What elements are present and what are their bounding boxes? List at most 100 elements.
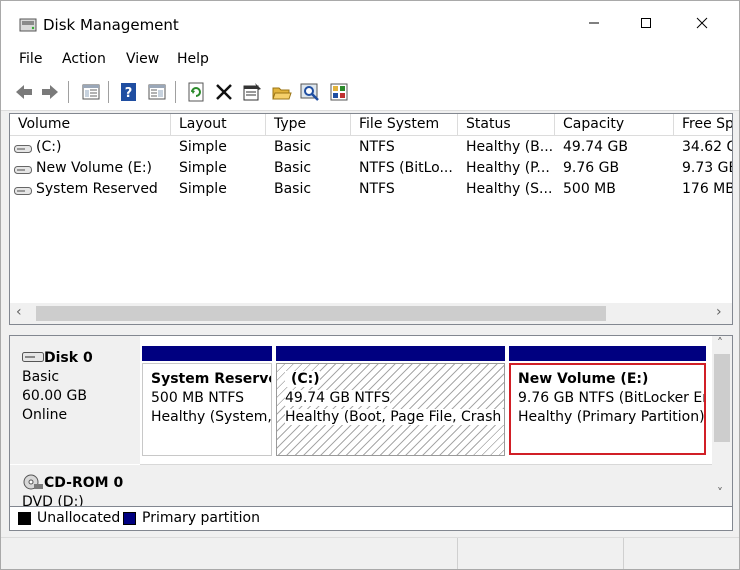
cell-status: Healthy (S... (466, 181, 553, 197)
cell-status: Healthy (B... (466, 139, 554, 155)
column-file-system[interactable]: File System (351, 114, 458, 136)
cdrom-0-info[interactable]: CD-ROM 0 DVD (D:) (10, 464, 140, 506)
toolbar-separator (108, 81, 109, 103)
refresh-icon[interactable] (185, 81, 207, 103)
menu-file[interactable]: File (15, 49, 46, 69)
partition-title: System Reserve (151, 371, 272, 387)
unallocated-swatch (18, 512, 31, 525)
disk-size: 60.00 GB (22, 388, 87, 404)
scroll-down-icon[interactable]: ˅ (717, 486, 723, 500)
partition-status: Healthy (Primary Partition) (518, 409, 705, 425)
cdrom-0-area (140, 464, 712, 506)
primary-partition-bar (509, 346, 706, 361)
disk-management-icon (19, 18, 37, 32)
properties-icon[interactable] (241, 81, 263, 103)
primary-partition-bar (276, 346, 505, 361)
console-tree-icon[interactable] (80, 81, 102, 103)
close-icon (696, 17, 708, 29)
column-layout[interactable]: Layout (171, 114, 266, 136)
disk-status: Online (22, 407, 68, 423)
forward-arrow-icon[interactable] (39, 81, 61, 103)
disk-0-info[interactable]: Disk 0 Basic 60.00 GB Online (10, 336, 140, 464)
partition-title: New Volume (E:) (518, 371, 649, 387)
close-button[interactable] (677, 1, 727, 45)
partition-c[interactable]: (C:) 49.74 GB NTFS Healthy (Boot, Page F… (276, 346, 505, 456)
cell-type: Basic (274, 160, 312, 176)
drive-icon (14, 145, 32, 153)
legend: Unallocated Primary partition (9, 507, 733, 531)
cell-file-system: NTFS (359, 139, 395, 155)
column-status[interactable]: Status (458, 114, 555, 136)
cell-type: Basic (274, 181, 312, 197)
details-pane-icon[interactable] (146, 81, 168, 103)
legend-primary-partition: Primary partition (142, 510, 260, 526)
horizontal-scroll-thumb[interactable] (36, 306, 606, 321)
partition-status: Healthy (System, (151, 409, 272, 425)
minimize-button[interactable] (569, 1, 619, 45)
disk-management-window: Disk Management File Action View Help ? (0, 0, 740, 570)
toolbar: ? (1, 73, 739, 111)
maximize-button[interactable] (621, 1, 671, 45)
status-bar (1, 537, 739, 569)
partition-size: 49.74 GB NTFS (285, 390, 391, 406)
disk-type: DVD (D:) (22, 494, 84, 507)
partition-details: System Reserve 500 MB NTFS Healthy (Syst… (142, 363, 272, 456)
column-volume[interactable]: Volume (10, 114, 171, 136)
table-row[interactable]: New Volume (E:) Simple Basic NTFS (BitLo… (10, 159, 732, 180)
help-icon[interactable]: ? (118, 81, 140, 103)
cell-volume: (C:) (36, 139, 62, 155)
menu-help[interactable]: Help (173, 49, 213, 69)
back-arrow-icon[interactable] (13, 81, 35, 103)
vertical-scroll-thumb[interactable] (714, 354, 730, 442)
disk-icon (22, 352, 44, 362)
open-folder-icon[interactable] (271, 81, 293, 103)
cdrom-icon (23, 474, 43, 490)
cell-free-space: 34.62 G (682, 139, 733, 155)
cell-layout: Simple (179, 160, 227, 176)
title-bar: Disk Management (1, 1, 739, 45)
column-capacity[interactable]: Capacity (555, 114, 674, 136)
cell-file-system: NTFS (359, 181, 395, 197)
table-row[interactable]: System Reserved Simple Basic NTFS Health… (10, 180, 732, 201)
scroll-up-icon[interactable]: ˄ (717, 336, 723, 350)
delete-icon[interactable] (213, 81, 235, 103)
table-row[interactable]: (C:) Simple Basic NTFS Healthy (B... 49.… (10, 138, 732, 159)
svg-text:?: ? (125, 86, 133, 101)
cell-file-system: NTFS (BitLo... (359, 160, 453, 176)
scroll-left-icon[interactable]: ‹ (16, 304, 22, 320)
partition-size: 9.76 GB NTFS (BitLocker En (518, 390, 706, 406)
rescan-disks-icon[interactable] (328, 81, 350, 103)
drive-icon (14, 166, 32, 174)
partition-size: 500 MB NTFS (151, 390, 245, 406)
cell-capacity: 500 MB (563, 181, 616, 197)
cell-volume: New Volume (E:) (36, 160, 152, 176)
cell-layout: Simple (179, 139, 227, 155)
legend-unallocated: Unallocated (37, 510, 121, 526)
disk-type: Basic (22, 369, 60, 385)
menu-view[interactable]: View (122, 49, 163, 69)
window-title: Disk Management (43, 16, 179, 34)
status-separator (623, 538, 624, 569)
cell-free-space: 9.73 GB (682, 160, 733, 176)
status-separator (457, 538, 458, 569)
disk-name: Disk 0 (44, 350, 93, 366)
partition-system-reserved[interactable]: System Reserve 500 MB NTFS Healthy (Syst… (142, 346, 272, 456)
search-disk-icon[interactable] (299, 81, 321, 103)
toolbar-separator (68, 81, 69, 103)
cell-status: Healthy (P... (466, 160, 550, 176)
disk-graphical-view[interactable]: Disk 0 Basic 60.00 GB Online System Rese… (9, 335, 733, 507)
toolbar-separator (175, 81, 176, 103)
partition-status: Healthy (Boot, Page File, Crash D (285, 409, 504, 425)
cell-free-space: 176 MB (682, 181, 733, 197)
partition-details-selected: New Volume (E:) 9.76 GB NTFS (BitLocker … (509, 363, 706, 455)
vertical-scrollbar[interactable]: ˄ ˅ (712, 336, 732, 506)
column-free-space[interactable]: Free Sp (674, 114, 732, 136)
menu-action[interactable]: Action (58, 49, 110, 69)
primary-partition-swatch (123, 512, 136, 525)
scroll-right-icon[interactable]: › (716, 304, 722, 320)
column-type[interactable]: Type (266, 114, 351, 136)
partition-new-volume-e[interactable]: New Volume (E:) 9.76 GB NTFS (BitLocker … (509, 346, 706, 456)
volume-list[interactable]: Volume Layout Type File System Status Ca… (9, 113, 733, 325)
maximize-icon (641, 18, 651, 28)
horizontal-scrollbar[interactable]: ‹ › (10, 303, 732, 324)
